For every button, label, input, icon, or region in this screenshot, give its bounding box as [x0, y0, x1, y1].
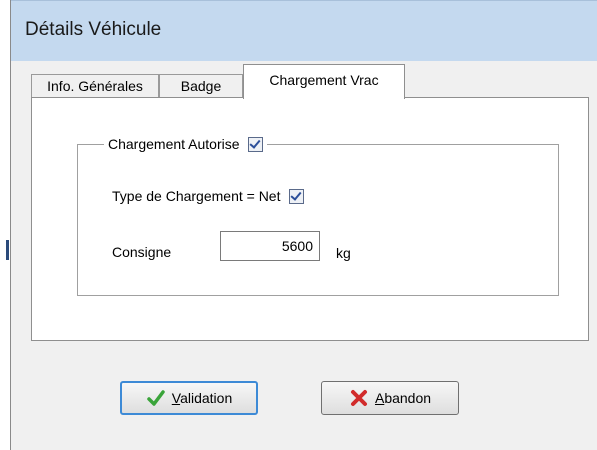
title-bar[interactable]: Détails Véhicule: [11, 0, 597, 61]
background-window-edge: [0, 0, 11, 450]
abandon-text: bandon: [384, 390, 432, 406]
validation-text: alidation: [180, 390, 233, 406]
background-window-mark: [6, 240, 9, 260]
check-icon: [147, 390, 165, 406]
tab-info-generales[interactable]: Info. Générales: [31, 74, 159, 97]
validation-label: Validation: [172, 390, 232, 406]
consigne-input[interactable]: 5600: [220, 231, 320, 261]
unit-label: kg: [336, 245, 351, 261]
x-icon: [350, 390, 367, 406]
tab-badge[interactable]: Badge: [159, 74, 243, 97]
window-title: Détails Véhicule: [25, 19, 162, 40]
type-chargement-checkbox[interactable]: [288, 188, 304, 204]
groupbox-title: Chargement Autorise: [104, 134, 267, 154]
tab-chargement-vrac[interactable]: Chargement Vrac: [243, 64, 405, 99]
validation-mnemonic: V: [171, 390, 181, 406]
abandon-button[interactable]: Abandon: [321, 381, 459, 415]
vehicle-details-dialog: Détails Véhicule Info. Générales Badge C…: [11, 0, 597, 450]
tab-panel-chargement-vrac: Chargement Autorise Type de Chargement =…: [31, 97, 589, 341]
chargement-autorise-checkbox[interactable]: [247, 136, 263, 152]
type-chargement-label: Type de Chargement = Net: [112, 188, 281, 204]
consigne-label: Consigne: [112, 244, 172, 260]
abandon-mnemonic: A: [374, 390, 385, 406]
type-chargement-row: Type de Chargement = Net: [112, 186, 304, 206]
abandon-label: Abandon: [375, 390, 431, 406]
chargement-autorise-label: Chargement Autorise: [108, 136, 240, 152]
validation-button[interactable]: Validation: [120, 381, 258, 415]
chargement-groupbox: Chargement Autorise Type de Chargement =…: [77, 134, 559, 296]
